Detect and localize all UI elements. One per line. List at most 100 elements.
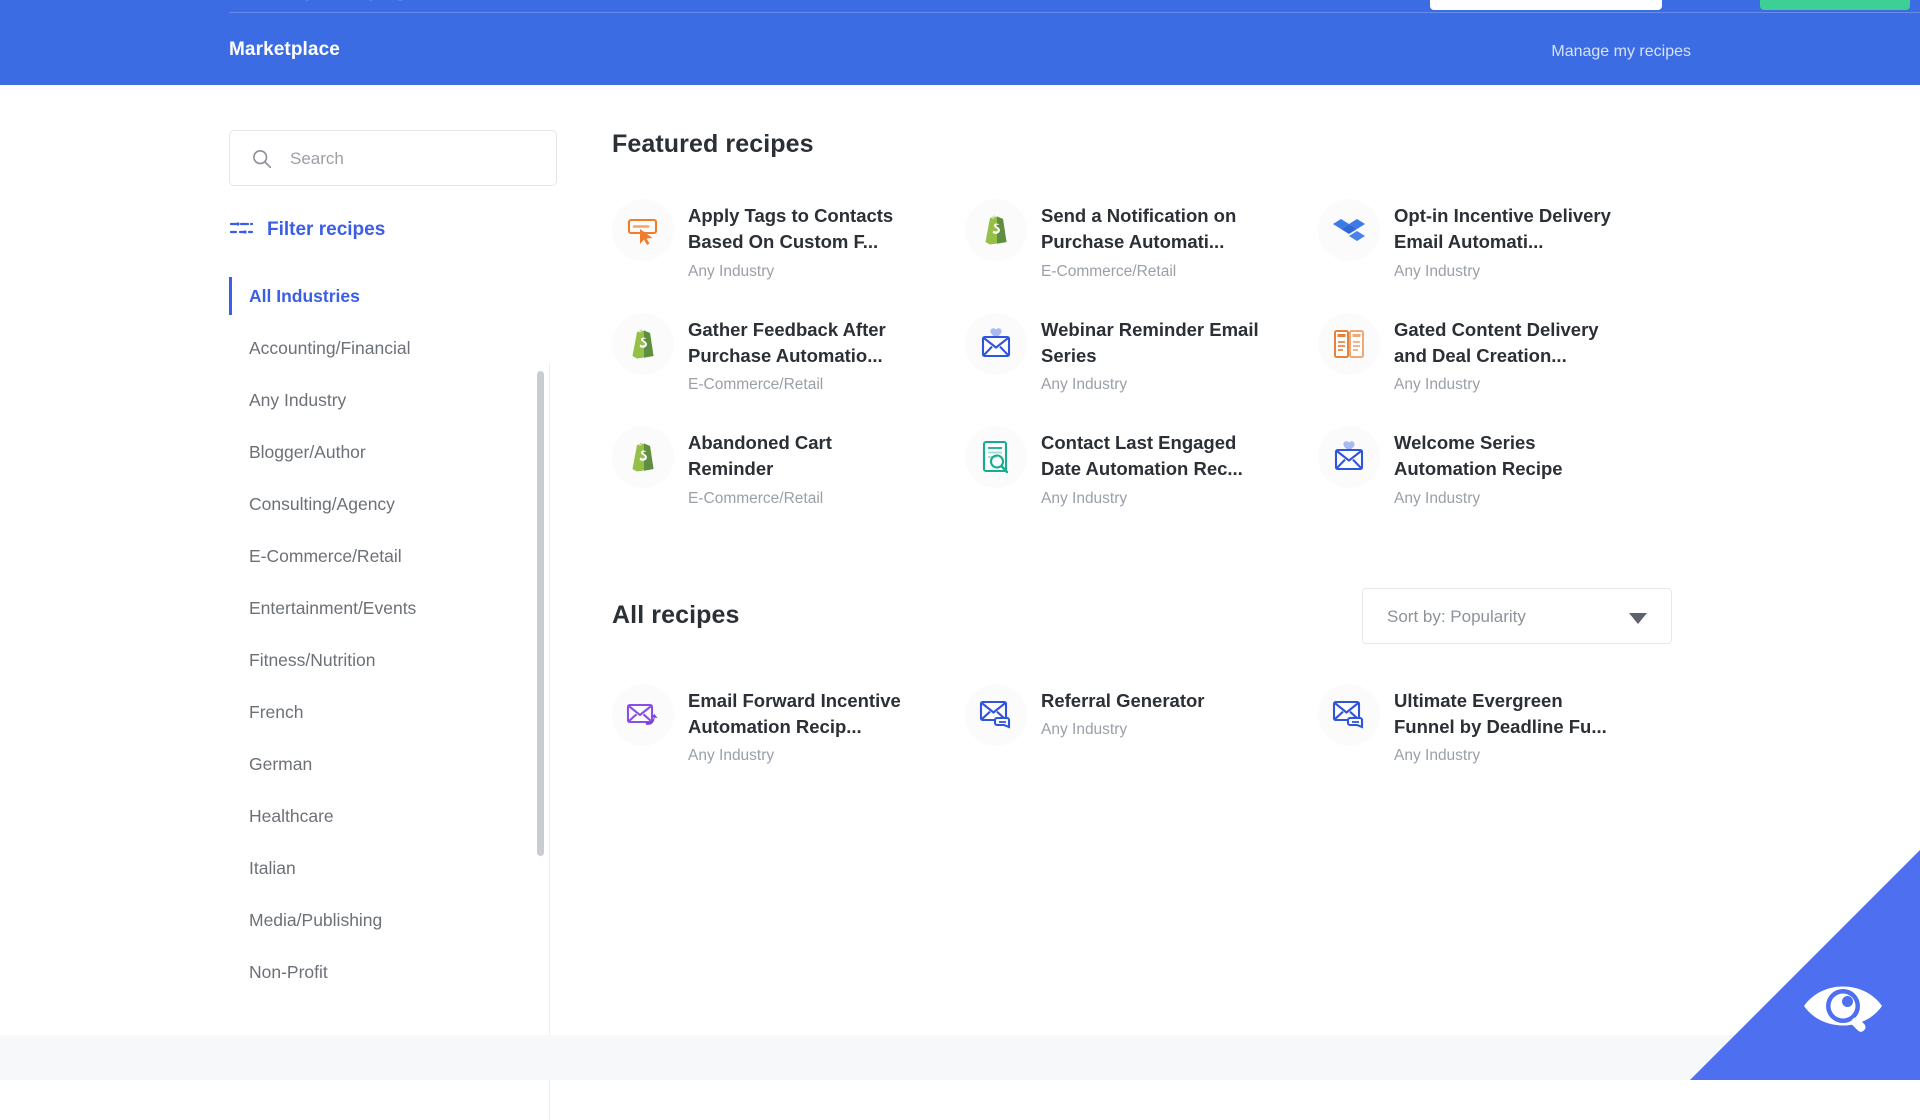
search-icon (252, 149, 272, 169)
envelope-note-icon (965, 683, 1027, 746)
sort-by-select[interactable]: Sort by: Popularity (1362, 587, 1672, 644)
header-search-input-cropped[interactable] (1430, 0, 1662, 10)
manage-my-recipes-link[interactable]: Manage my recipes (1551, 43, 1691, 61)
header-primary-button-cropped[interactable] (1760, 0, 1910, 10)
recipe-industry: E-Commerce/Retail (688, 376, 824, 394)
marketplace-navbar: Marketplace Manage my recipes (0, 12, 1920, 85)
industry-item-label: Blogger/Author (249, 442, 366, 462)
filter-recipes-button[interactable]: Filter recipes (229, 219, 386, 241)
recipe-title: Send a Notification on Purchase Automati… (1041, 205, 1237, 253)
featured-recipes-heading: Featured recipes (612, 130, 814, 158)
recipe-card[interactable]: Opt-in Incentive Delivery Email Automati… (1318, 197, 1671, 281)
industry-item-label: Fitness/Nutrition (249, 650, 376, 670)
recipe-card-text: Email Forward Incentive Automation Recip… (688, 682, 918, 766)
recipe-card[interactable]: Abandoned Cart Reminder E-Commerce/Retail (612, 424, 965, 508)
sliders-icon (229, 220, 254, 241)
industry-item[interactable]: Healthcare (229, 790, 559, 842)
recipe-card-text: Webinar Reminder Email Series Any Industr… (1041, 311, 1271, 395)
industry-item[interactable]: Non-Profit (229, 946, 559, 998)
industry-item[interactable]: Media/Publishing (229, 894, 559, 946)
recipe-card-text: Gather Feedback After Purchase Automatio… (688, 311, 918, 395)
recipe-industry: Any Industry (1041, 489, 1128, 507)
recipe-title: Gated Content Delivery and Deal Creation… (1394, 318, 1599, 366)
search-input[interactable] (288, 131, 542, 187)
industry-item[interactable]: French (229, 686, 559, 738)
recipe-card[interactable]: Ultimate Evergreen Funnel by Deadline Fu… (1318, 682, 1671, 766)
recipe-industry: Any Industry (1394, 747, 1481, 765)
sort-by-label: Sort by: Popularity (1387, 606, 1526, 626)
industry-item-label: Entertainment/Events (249, 598, 417, 618)
recipe-industry: E-Commerce/Retail (1041, 262, 1177, 280)
industry-item-label: E-Commerce/Retail (249, 546, 402, 566)
industry-item[interactable]: All Industries (229, 270, 559, 322)
document-search-icon (965, 426, 1027, 489)
recipe-industry: Any Industry (1394, 376, 1481, 394)
recipe-title: Welcome Series Automation Recipe (1394, 432, 1563, 480)
recipe-title: Referral Generator (1041, 689, 1205, 711)
industry-filter-list[interactable]: All Industries Accounting/Financial Any In… (229, 270, 559, 1015)
main-column: Featured recipes Apply Tags to Contacts … (612, 130, 1672, 795)
forms-icon (1318, 312, 1380, 375)
industry-item[interactable]: German (229, 738, 559, 790)
recipe-title: Ultimate Evergreen Funnel by Deadline Fu… (1394, 689, 1607, 737)
recipe-card-text: Ultimate Evergreen Funnel by Deadline Fu… (1394, 682, 1624, 766)
search-box[interactable] (229, 130, 557, 187)
recipe-card[interactable]: Contact Last Engaged Date Automation Rec… (965, 424, 1318, 508)
recipe-industry: Any Industry (1394, 262, 1481, 280)
industry-item[interactable]: Italian (229, 842, 559, 894)
sidebar-scrollbar-thumb[interactable] (537, 371, 544, 856)
recipe-card[interactable]: Gated Content Delivery and Deal Creation… (1318, 311, 1671, 395)
recipe-card-text: Referral Generator Any Industry (1041, 682, 1271, 739)
recipe-title: Webinar Reminder Email Series (1041, 318, 1259, 366)
dropbox-icon (1318, 199, 1380, 261)
recipe-industry: E-Commerce/Retail (688, 489, 824, 507)
industry-item-label: Consulting/Agency (249, 494, 395, 514)
sidebar: Filter recipes All Industries Accounting/… (229, 130, 559, 982)
industry-item-label: Accounting/Financial (249, 338, 411, 358)
industry-item[interactable]: Fitness/Nutrition (229, 634, 559, 686)
industry-item[interactable]: Consulting/Agency (229, 478, 559, 530)
industry-item[interactable]: Entertainment/Events (229, 582, 559, 634)
recipe-card[interactable]: Email Forward Incentive Automation Recip… (612, 682, 965, 766)
recipe-card[interactable]: Apply Tags to Contacts Based On Custom F… (612, 197, 965, 281)
recipe-card[interactable]: Welcome Series Automation Recipe Any Indu… (1318, 424, 1671, 508)
recipe-industry: Any Industry (688, 262, 775, 280)
industry-item[interactable]: Accounting/Financial (229, 322, 559, 374)
industry-item[interactable]: E-Commerce/Retail (229, 530, 559, 582)
recipe-card-text: Welcome Series Automation Recipe Any Indu… (1394, 424, 1624, 508)
industry-item[interactable]: Blogger/Author (229, 426, 559, 478)
page-root: Marketplace page Automations Contacts Re… (0, 0, 1920, 1120)
recipe-card-text: Contact Last Engaged Date Automation Rec… (1041, 424, 1271, 508)
page-content: Filter recipes All Industries Accounting/… (0, 85, 1920, 1120)
industry-item-label: Italian (249, 858, 296, 878)
industry-item-label: Any Industry (249, 390, 347, 410)
recipe-industry: Any Industry (1041, 376, 1128, 394)
sidebar-divider (549, 363, 550, 1120)
envelope-forward-icon (612, 683, 674, 746)
all-recipes-grid: Email Forward Incentive Automation Recip… (612, 682, 1672, 796)
recipe-card-text: Apply Tags to Contacts Based On Custom F… (688, 197, 918, 281)
filter-recipes-label: Filter recipes (267, 219, 386, 240)
recipe-card-text: Send a Notification on Purchase Automati… (1041, 197, 1271, 281)
industry-item-label: German (249, 754, 313, 774)
industry-item-label: Media/Publishing (249, 910, 383, 930)
recipe-card[interactable]: Gather Feedback After Purchase Automatio… (612, 311, 965, 395)
industry-item-label: All Industries (249, 286, 360, 306)
recipe-card-text: Abandoned Cart Reminder E-Commerce/Retail (688, 424, 918, 508)
page-title: Marketplace (229, 39, 340, 60)
chevron-down-icon (1629, 612, 1647, 624)
page-footer (0, 1035, 1920, 1080)
recipe-card[interactable]: Referral Generator Any Industry (965, 682, 1318, 766)
industry-item[interactable]: Any Industry (229, 374, 559, 426)
recipe-card[interactable]: Webinar Reminder Email Series Any Industr… (965, 311, 1318, 395)
industry-item-label: Healthcare (249, 806, 334, 826)
recipe-industry: Any Industry (688, 747, 775, 765)
shopify-icon (612, 426, 674, 489)
shopify-icon (965, 199, 1027, 261)
recipe-card[interactable]: Send a Notification on Purchase Automati… (965, 197, 1318, 281)
recipe-card-text: Gated Content Delivery and Deal Creation… (1394, 311, 1624, 395)
all-recipes-heading: All recipes (612, 601, 740, 630)
recipe-title: Abandoned Cart Reminder (688, 432, 832, 480)
tag-cursor-icon (612, 199, 674, 261)
recipe-industry: Any Industry (1041, 720, 1128, 738)
